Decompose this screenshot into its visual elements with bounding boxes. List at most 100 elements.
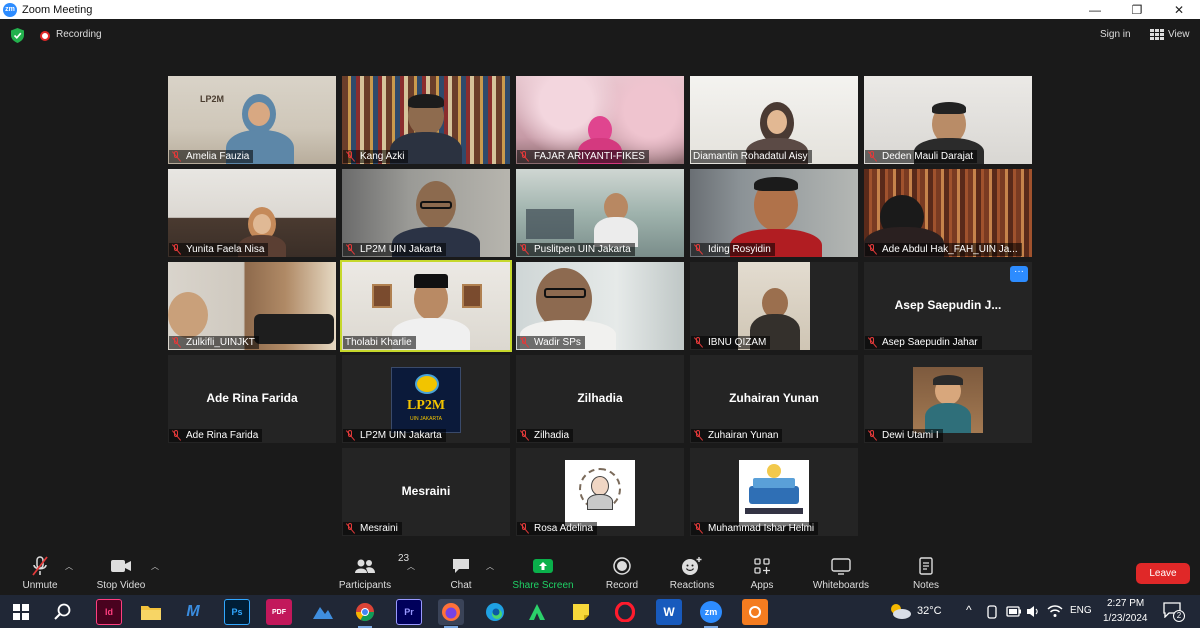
video-tile[interactable]: ··· Asep Saepudin J... Asep Saepudin Jah… <box>864 262 1032 350</box>
video-tile[interactable]: Rosa Adelina <box>516 448 684 536</box>
participant-nameplate: Zuhairan Yunan <box>691 429 783 442</box>
video-tile[interactable]: Zuhairan Yunan Zuhairan Yunan <box>690 355 858 443</box>
video-tile[interactable]: Ade Abdul Hak_FAH_UIN Ja... <box>864 169 1032 257</box>
chat-options-chevron-icon[interactable]: ︿ <box>486 561 494 572</box>
search-icon[interactable] <box>50 599 76 625</box>
participants-options-chevron-icon[interactable]: ︿ <box>407 561 415 572</box>
participant-nameplate: LP2M UIN Jakarta <box>343 429 446 442</box>
chrome-icon[interactable] <box>352 599 378 628</box>
apps-button[interactable]: Apps <box>746 547 778 595</box>
profile-photo <box>913 367 983 433</box>
participant-nameplate: Iding Rosyidin <box>691 243 775 256</box>
video-tile[interactable]: Muhammad Ishar Helmi <box>690 448 858 536</box>
notifications-button[interactable]: 2 <box>1163 602 1185 622</box>
video-tile[interactable]: Diamantin Rohadatul Aisy <box>690 76 858 164</box>
participant-name: IBNU QIZAM <box>708 337 767 348</box>
share-screen-button[interactable]: Share Screen <box>510 547 576 595</box>
clock-time[interactable]: 2:27 PM <box>1107 598 1144 609</box>
video-options-chevron-icon[interactable]: ︿ <box>151 561 159 572</box>
sign-in-button[interactable]: Sign in <box>1100 29 1131 40</box>
video-tile[interactable]: Mesraini Mesraini <box>342 448 510 536</box>
video-tile[interactable]: FAJAR ARIYANTI-FIKES <box>516 76 684 164</box>
video-tile[interactable]: Zulkifli_UINJKT <box>168 262 336 350</box>
security-shield-icon[interactable] <box>11 28 24 43</box>
tray-chevron-up-icon[interactable]: ^ <box>966 603 972 617</box>
video-tile[interactable]: LP2M Amelia Fauzia <box>168 76 336 164</box>
chat-button[interactable]: Chat <box>444 547 478 595</box>
participant-nameplate: Ade Abdul Hak_FAH_UIN Ja... <box>865 243 1022 256</box>
pdf-app-icon[interactable]: PDF <box>266 599 292 625</box>
video-tile[interactable]: Yunita Faela Nisa <box>168 169 336 257</box>
video-tile[interactable]: Dewi Utami I <box>864 355 1032 443</box>
opera-icon[interactable] <box>612 599 638 625</box>
video-tile[interactable]: LP2M UIN Jakarta <box>342 169 510 257</box>
file-explorer-icon[interactable] <box>138 599 164 625</box>
firefox-icon[interactable] <box>438 599 464 628</box>
more-options-button[interactable]: ··· <box>1010 266 1028 282</box>
participant-name: FAJAR ARIYANTI-FIKES <box>534 151 645 162</box>
photoshop-icon[interactable]: Ps <box>224 599 250 625</box>
weather-temperature[interactable]: 32°C <box>917 605 942 617</box>
battery-icon[interactable] <box>1006 606 1022 617</box>
edge-icon[interactable] <box>482 599 508 625</box>
volume-icon[interactable] <box>1026 605 1040 618</box>
word-icon[interactable]: W <box>656 599 682 625</box>
mic-muted-icon <box>519 151 530 162</box>
notes-button[interactable]: Notes <box>908 547 944 595</box>
video-tile[interactable]: LP2M UIN JAKARTA LP2M UIN Jakarta <box>342 355 510 443</box>
device-icon[interactable] <box>986 605 998 619</box>
weather-cloud-sun-icon[interactable] <box>888 603 912 619</box>
sticky-notes-icon[interactable] <box>568 599 594 625</box>
video-tile[interactable]: Ade Rina Farida Ade Rina Farida <box>168 355 336 443</box>
participant-name: Wadir SPs <box>534 337 581 348</box>
mic-muted-icon <box>693 337 704 348</box>
participant-nameplate: LP2M UIN Jakarta <box>343 243 446 256</box>
apps-grid-icon <box>753 555 771 577</box>
mic-muted-icon <box>519 430 530 441</box>
whiteboards-button[interactable]: Whiteboards <box>808 547 874 595</box>
indesign-icon[interactable]: Id <box>96 599 122 625</box>
clock-date[interactable]: 1/23/2024 <box>1103 613 1148 624</box>
mic-muted-icon <box>519 244 530 255</box>
wifi-icon[interactable] <box>1047 604 1063 618</box>
leave-button[interactable]: Leave <box>1136 563 1190 584</box>
video-tile[interactable]: Wadir SPs <box>516 262 684 350</box>
video-tile[interactable]: Iding Rosyidin <box>690 169 858 257</box>
minimize-button[interactable]: — <box>1074 0 1116 19</box>
reactions-button[interactable]: Reactions <box>666 547 718 595</box>
orange-app-icon[interactable] <box>742 599 768 625</box>
record-button[interactable]: Record <box>602 547 642 595</box>
participant-name: Kang Azki <box>360 151 405 162</box>
video-tile[interactable]: Deden Mauli Darajat <box>864 76 1032 164</box>
video-tile[interactable]: IBNU QIZAM <box>690 262 858 350</box>
participant-nameplate: Zilhadia <box>517 429 574 442</box>
stop-video-button[interactable]: Stop Video <box>92 547 150 595</box>
recording-status[interactable]: Recording <box>56 29 102 40</box>
participant-name: Yunita Faela Nisa <box>186 244 265 255</box>
premiere-icon[interactable]: Pr <box>396 599 422 625</box>
unmute-button[interactable]: Unmute <box>18 547 62 595</box>
language-indicator[interactable]: ENG <box>1070 605 1092 616</box>
participants-button[interactable]: 23 Participants <box>334 547 409 595</box>
view-button[interactable]: View <box>1150 29 1190 40</box>
video-tile[interactable]: Zilhadia Zilhadia <box>516 355 684 443</box>
participant-nameplate: Mesraini <box>343 522 402 535</box>
participant-display-name: Ade Rina Farida <box>206 391 298 405</box>
video-tile-active-speaker[interactable]: Tholabi Kharlie <box>340 260 512 352</box>
windows-start-icon[interactable] <box>8 599 34 625</box>
zoom-taskbar-icon[interactable]: zm <box>698 599 724 628</box>
participant-name: LP2M UIN Jakarta <box>360 430 442 441</box>
zoom-meeting-app-icon[interactable]: M <box>180 599 206 625</box>
restore-button[interactable]: ❐ <box>1116 0 1158 19</box>
audio-options-chevron-icon[interactable]: ︿ <box>65 561 73 572</box>
green-app-icon[interactable] <box>524 599 550 625</box>
recording-icon <box>40 31 50 41</box>
participant-display-name: Mesraini <box>401 484 451 498</box>
share-screen-icon <box>532 555 554 577</box>
close-button[interactable]: ✕ <box>1158 0 1200 19</box>
video-tile[interactable]: Puslitpen UIN Jakarta <box>516 169 684 257</box>
video-tile[interactable]: Kang Azki <box>342 76 510 164</box>
participant-name: Tholabi Kharlie <box>345 337 412 348</box>
participant-display-name: Asep Saepudin J... <box>894 298 1002 312</box>
maps-app-icon[interactable] <box>310 599 336 625</box>
